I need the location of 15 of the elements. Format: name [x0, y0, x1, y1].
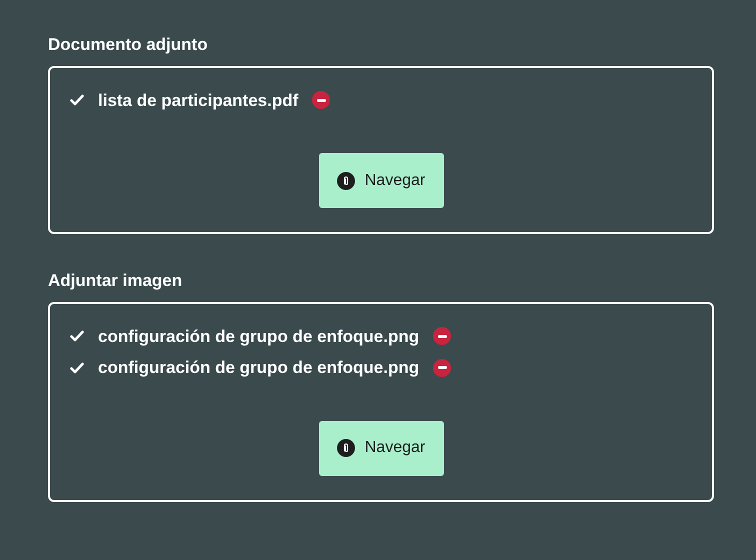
- check-icon: [70, 362, 84, 374]
- section-title: Documento adjunto: [48, 34, 209, 56]
- paperclip-icon: [336, 439, 355, 457]
- file-name: lista de participantes.pdf: [98, 90, 298, 112]
- file-name: configuración de grupo de enfoque.png: [98, 357, 420, 379]
- file-name: configuración de grupo de enfoque.png: [98, 326, 420, 348]
- browse-button[interactable]: Navegar: [318, 420, 444, 476]
- browse-button[interactable]: Navegar: [318, 153, 444, 208]
- remove-button[interactable]: [312, 91, 330, 110]
- remove-button[interactable]: [433, 358, 452, 377]
- remove-button[interactable]: [433, 327, 452, 346]
- check-icon: [70, 330, 84, 342]
- section-title: Adjuntar imagen: [48, 270, 184, 292]
- paperclip-icon: [336, 172, 355, 190]
- check-icon: [70, 94, 84, 106]
